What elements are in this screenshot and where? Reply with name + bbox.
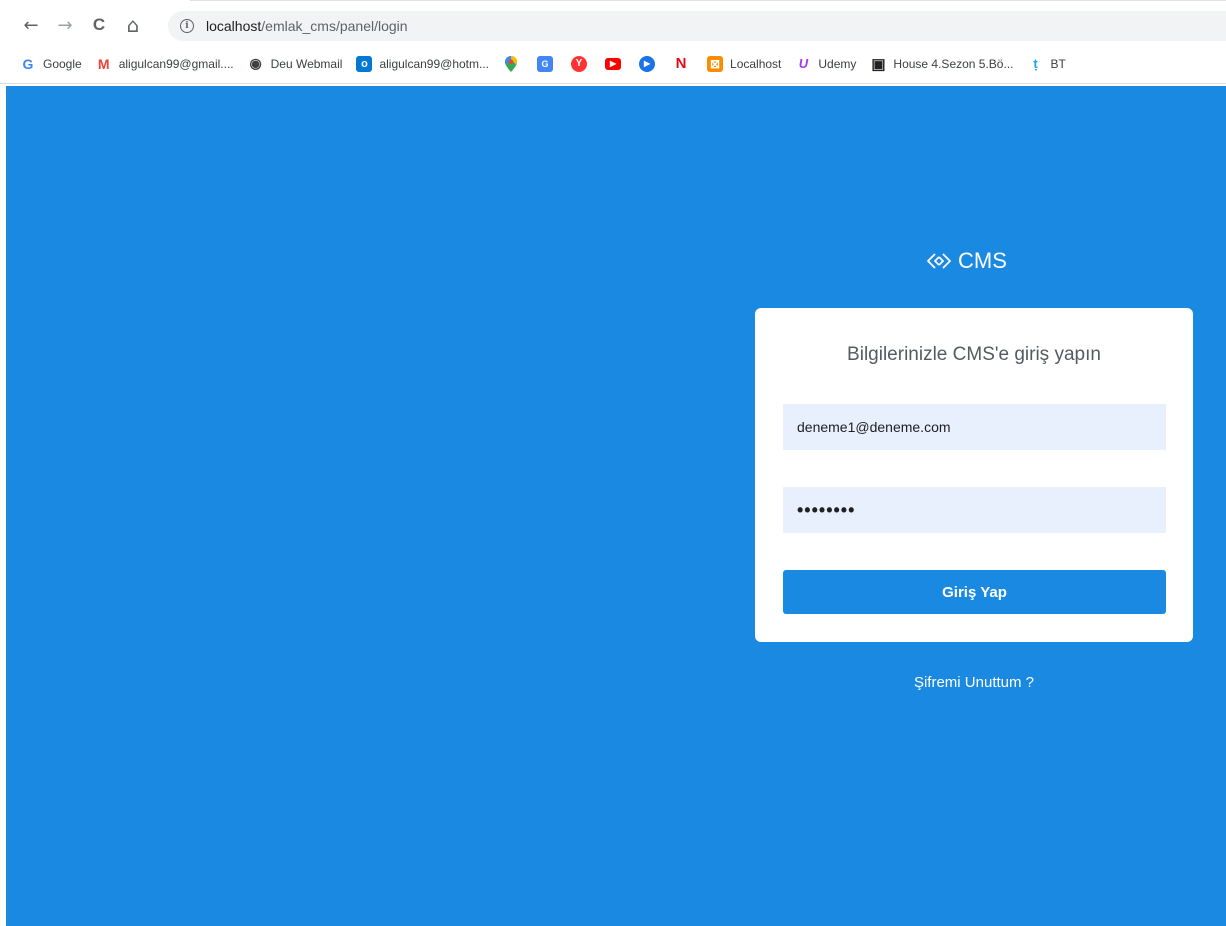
browser-toolbar: ← → C ⌂ i localhost/emlak_cms/panel/logi… [0,0,1226,44]
brand-header: CMS [926,248,1007,274]
back-icon[interactable]: ← [20,14,42,36]
bookmarks-bar: G Google M aligulcan99@gmail.... ◉ Deu W… [0,44,1226,84]
forgot-password-link[interactable]: Şifremi Unuttum ? [755,674,1193,691]
gmail-icon: M [97,55,110,72]
bookmark-house[interactable]: ▣ House 4.Sezon 5.Bö... [870,55,1013,73]
bookmark-localhost[interactable]: ⊠ Localhost [707,55,781,72]
bookmark-youtube[interactable]: ▶ [605,57,622,70]
udemy-icon: U [798,56,809,71]
youtube-icon: ▶ [605,57,622,70]
info-icon[interactable]: i [180,19,194,33]
translate-icon: G [537,55,554,72]
forward-icon[interactable]: → [54,14,76,36]
outlook-icon: o [356,55,373,72]
login-title: Bilgilerinizle CMS'e giriş yapın [847,344,1101,365]
globe-icon: ◉ [249,55,262,71]
bookmark-outlook[interactable]: o aligulcan99@hotm... [356,55,489,72]
url-text: localhost/emlak_cms/panel/login [206,18,408,34]
netflix-icon: N [675,55,687,72]
yandex-icon: Y [571,55,588,72]
google-icon: G [22,55,34,72]
bookmark-netflix[interactable]: N [673,55,689,72]
login-button[interactable]: Giriş Yap [783,570,1166,614]
play-circle-icon: ▶ [639,55,656,72]
bookmark-maps[interactable] [503,55,519,72]
brand-name: CMS [958,248,1007,273]
bookmark-translate[interactable]: G [537,55,554,72]
tv-icon: ▣ [871,55,886,73]
bookmark-play[interactable]: ▶ [639,55,656,72]
xampp-icon: ⊠ [707,55,724,72]
logo-icon [927,253,951,269]
address-bar[interactable]: i localhost/emlak_cms/panel/login [168,11,1226,41]
login-card: Bilgilerinizle CMS'e giriş yapın deneme1… [755,308,1193,642]
login-page: CMS Bilgilerinizle CMS'e giriş yapın den… [6,86,1226,926]
email-field[interactable]: deneme1@deneme.com [783,404,1166,450]
tab-strip-edge [190,0,1226,6]
bookmark-yandex[interactable]: Y [571,55,588,72]
bookmark-google[interactable]: G Google [20,56,82,72]
password-field[interactable]: •••••••• [783,487,1166,533]
reload-icon[interactable]: C [88,14,110,36]
bookmark-gmail[interactable]: M aligulcan99@gmail.... [96,56,234,72]
bt-icon: ṭ [1033,56,1038,71]
home-icon[interactable]: ⌂ [122,13,144,37]
bookmark-bt[interactable]: ṭ BT [1027,56,1066,72]
bookmark-deu-webmail[interactable]: ◉ Deu Webmail [248,55,343,72]
maps-pin-icon [503,55,519,72]
bookmark-udemy[interactable]: U Udemy [795,56,857,72]
